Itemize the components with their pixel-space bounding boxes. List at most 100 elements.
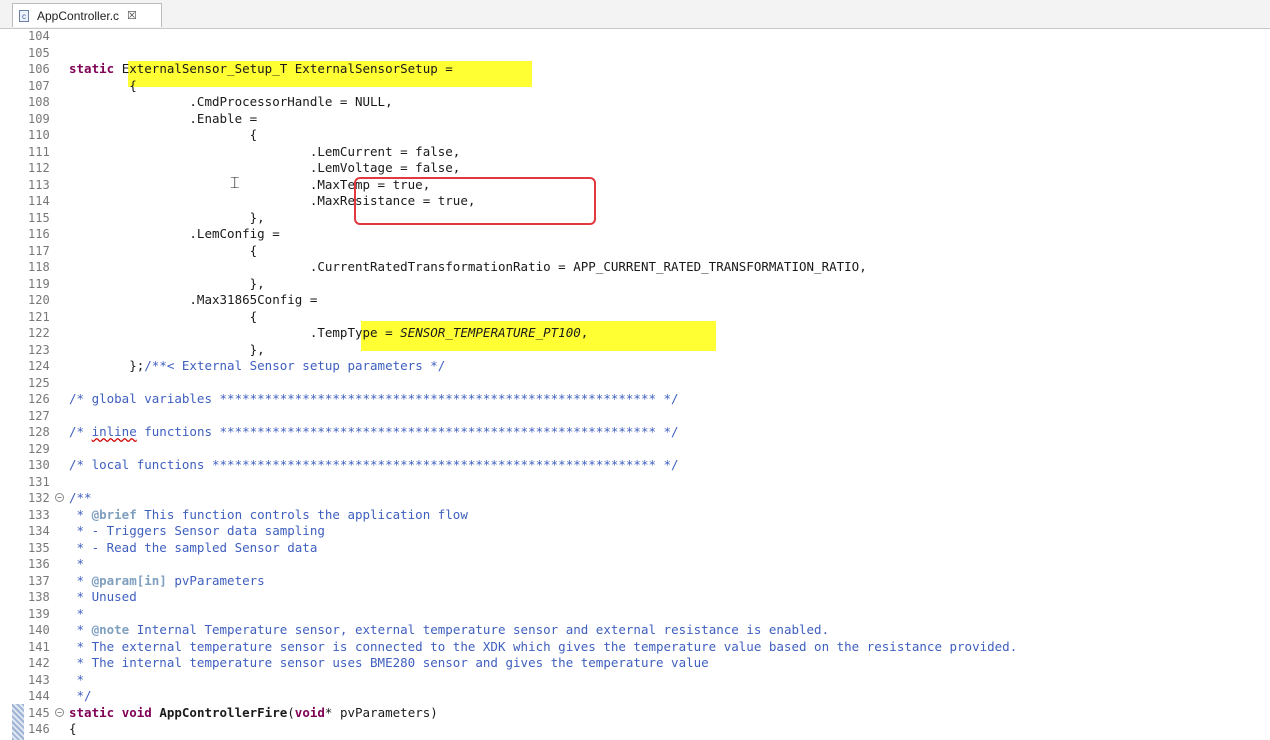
code-line: 139 *	[0, 606, 1270, 623]
code-text: * The internal temperature sensor uses B…	[69, 655, 709, 672]
code-text: {	[69, 309, 258, 326]
code-line: 130 /* local functions ******************…	[0, 457, 1270, 474]
code-line: 137 * @param[in] pvParameters	[0, 573, 1270, 590]
code-token: {	[69, 127, 258, 142]
line-number: 133	[28, 507, 50, 522]
code-line: 121 {	[0, 309, 1270, 326]
close-tab-icon[interactable]: ☒	[127, 9, 137, 22]
line-number: 110	[28, 128, 50, 142]
code-token: /* local functions *********************…	[69, 457, 679, 472]
code-line: 117 {	[0, 243, 1270, 260]
code-text: .CurrentRatedTransformationRatio = APP_C…	[69, 259, 867, 276]
code-line: 109 .Enable =	[0, 111, 1270, 128]
code-text: *	[69, 556, 85, 573]
code-token: */	[69, 688, 92, 703]
code-text: * @brief This function controls the appl…	[69, 507, 468, 524]
fold-toggle-icon[interactable]: −	[55, 493, 64, 502]
code-token: .LemCurrent = false,	[69, 143, 461, 159]
code-token: },	[69, 341, 265, 357]
code-line: 127	[0, 408, 1270, 425]
code-token: },	[69, 209, 265, 225]
code-text: */	[69, 688, 92, 705]
line-number: 119	[28, 276, 50, 291]
code-editor[interactable]: 104 105 106 static ExternalSensor_Setup_T E…	[0, 29, 1270, 740]
code-line: 108 .CmdProcessorHandle = NULL,	[0, 94, 1270, 111]
line-number: 137	[28, 573, 50, 588]
line-number: 114	[28, 194, 50, 208]
line-number: 138	[28, 590, 50, 604]
code-token: .CurrentRatedTransformationRatio = APP_C…	[69, 259, 867, 274]
c-file-icon: c	[19, 9, 29, 22]
line-number: 117	[28, 243, 50, 258]
code-line: 110 {	[0, 127, 1270, 144]
line-number: 127	[28, 408, 50, 423]
code-line: 129	[0, 441, 1270, 458]
tab-appcontroller-c[interactable]: c AppController.c ☒	[12, 3, 162, 27]
code-text: },	[69, 210, 265, 227]
code-text: };/**< External Sensor setup parameters …	[69, 358, 445, 375]
code-line: 118 .CurrentRatedTransformationRatio = A…	[0, 259, 1270, 276]
line-number: 107	[28, 78, 50, 93]
code-line: 132−/**	[0, 490, 1270, 507]
code-line: 114 .MaxResistance = true,	[0, 193, 1270, 210]
code-text: .LemCurrent = false,	[69, 143, 461, 161]
code-token: pvParameters	[166, 572, 265, 588]
code-text: {	[69, 721, 77, 738]
line-number: 125	[28, 375, 50, 390]
code-line: 124 };/**< External Sensor setup paramet…	[0, 358, 1270, 375]
code-text: /* inline functions ********************…	[69, 424, 679, 441]
code-line: 122 .TempType = SENSOR_TEMPERATURE_PT100…	[0, 325, 1270, 342]
code-line: 140 * @note Internal Temperature sensor,…	[0, 622, 1270, 639]
code-text: .LemConfig =	[69, 226, 279, 243]
line-number: 135	[28, 540, 50, 555]
code-text: {	[69, 127, 258, 144]
code-line: 104	[0, 28, 1270, 45]
code-line: 146 {	[0, 721, 1270, 738]
line-number: 129	[28, 441, 50, 456]
code-token: * - Read the sampled Sensor data	[69, 539, 318, 555]
line-number: 113	[28, 177, 50, 192]
code-token: .LemVoltage = false,	[69, 160, 461, 175]
code-token: *	[69, 622, 92, 637]
code-token: {	[69, 242, 258, 258]
code-text: static ExternalSensor_Setup_T ExternalSe…	[69, 61, 453, 78]
code-token: *	[69, 506, 92, 522]
code-line: 131	[0, 474, 1270, 491]
code-token: .TempType =	[69, 325, 401, 340]
code-token: /**< External Sensor setup parameters */	[144, 358, 446, 373]
code-text: .LemVoltage = false,	[69, 160, 461, 177]
code-text: static void AppControllerFire(void* pvPa…	[69, 705, 438, 722]
line-number: 145	[28, 705, 50, 720]
code-token: * The internal temperature sensor uses B…	[69, 655, 709, 670]
code-token: /**	[69, 490, 92, 505]
line-number: 105	[28, 45, 50, 60]
line-number: 123	[28, 342, 50, 357]
code-text: *	[69, 672, 85, 689]
line-number: 130	[28, 458, 50, 472]
fold-toggle-icon[interactable]: −	[55, 707, 64, 717]
code-text: },	[69, 276, 265, 293]
line-number: 126	[28, 392, 50, 406]
code-token: * Unused	[69, 589, 137, 604]
line-number: 106	[28, 62, 50, 76]
code-token: @brief	[91, 506, 137, 522]
code-token: };	[69, 358, 145, 373]
code-text: /* local functions *********************…	[69, 457, 679, 474]
code-line: 106 static ExternalSensor_Setup_T Externa…	[0, 61, 1270, 78]
code-text: *	[69, 606, 85, 623]
code-line: 141 * The external temperature sensor is…	[0, 639, 1270, 656]
code-token: functions ******************************…	[136, 424, 679, 439]
code-line: 136 *	[0, 556, 1270, 573]
code-line: 125	[0, 375, 1270, 392]
code-line: 116 .LemConfig =	[0, 226, 1270, 243]
code-line: 143 *	[0, 672, 1270, 689]
tab-title: AppController.c	[37, 8, 120, 23]
code-text: .Max31865Config =	[69, 292, 317, 309]
code-line: 133 * @brief This function controls the …	[0, 507, 1270, 524]
code-line: 105	[0, 45, 1270, 62]
code-token: SENSOR_TEMPERATURE_PT100	[400, 325, 581, 340]
line-number: 128	[28, 425, 50, 439]
code-token: {	[69, 721, 77, 736]
code-text: /**	[69, 490, 92, 507]
code-text: * - Triggers Sensor data sampling	[69, 523, 325, 540]
